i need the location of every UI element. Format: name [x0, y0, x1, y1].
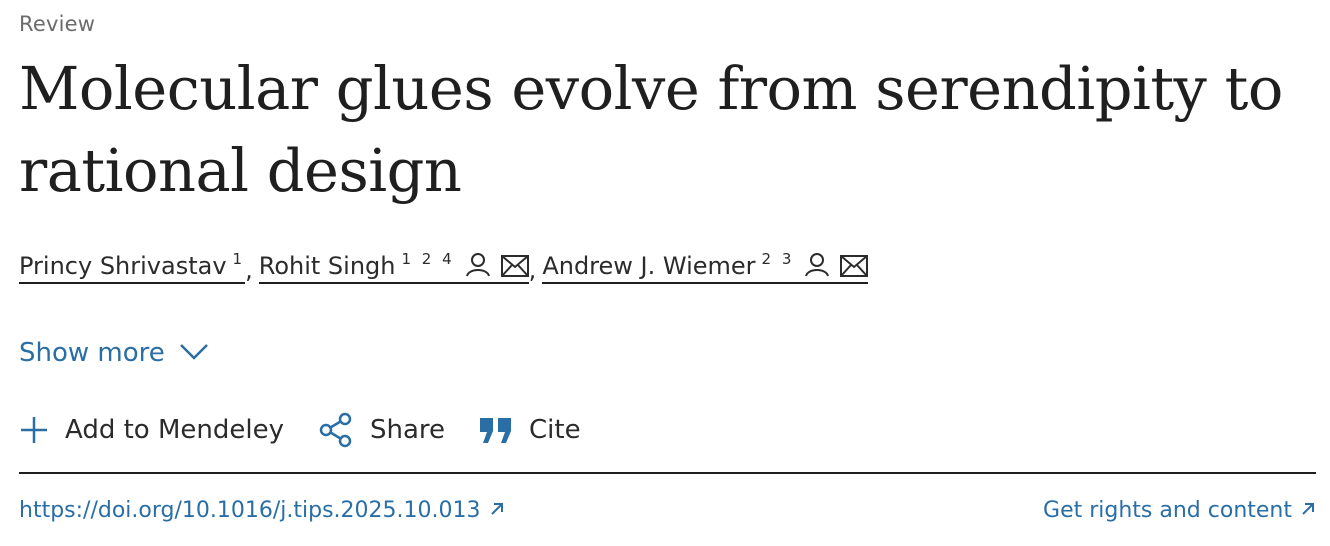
author-list: Princy Shrivastav 1 , Rohit Singh 1 2 4 … [19, 250, 869, 284]
get-rights-link[interactable]: Get rights and content [1043, 498, 1316, 523]
person-icon [804, 251, 830, 277]
divider [19, 472, 1316, 474]
plus-icon [19, 415, 49, 445]
author-name: Princy Shrivastav [19, 252, 227, 280]
person-icon [465, 251, 491, 277]
cite-button[interactable]: Cite [479, 415, 581, 445]
doi-link-text: https://doi.org/10.1016/j.tips.2025.10.0… [19, 498, 481, 523]
add-to-mendeley-button[interactable]: Add to Mendeley [19, 415, 284, 445]
share-button[interactable]: Share [318, 412, 445, 448]
author-rohit-singh[interactable]: Rohit Singh 1 2 4 [258, 250, 529, 284]
envelope-icon [840, 255, 869, 277]
author-separator: , [245, 256, 253, 284]
envelope-icon [500, 255, 529, 277]
add-to-mendeley-label: Add to Mendeley [65, 415, 284, 445]
quote-icon [479, 416, 513, 444]
share-label: Share [369, 415, 446, 445]
author-andrew-j-wiemer[interactable]: Andrew J. Wiemer 2 3 [542, 250, 869, 284]
article-actions: Add to Mendeley Share Cite [19, 412, 615, 448]
get-rights-link-text: Get rights and content [1043, 498, 1292, 523]
cite-label: Cite [529, 415, 581, 445]
author-princy-shrivastav[interactable]: Princy Shrivastav 1 [19, 250, 246, 284]
author-affiliations: 1 [232, 250, 246, 268]
chevron-down-icon [179, 338, 209, 368]
author-name: Andrew J. Wiemer [542, 252, 756, 280]
external-arrow-icon [1300, 498, 1316, 523]
share-icon [318, 412, 354, 448]
external-arrow-icon [489, 498, 505, 523]
doi-link[interactable]: https://doi.org/10.1016/j.tips.2025.10.0… [19, 498, 505, 523]
article-type: Review [19, 12, 96, 36]
author-separator: , [528, 256, 537, 284]
show-more-label: Show more [19, 338, 165, 368]
article-title: Molecular glues evolve from serendipity … [19, 54, 1283, 205]
author-affiliations: 2 3 [761, 250, 795, 268]
show-more-button[interactable]: Show more [19, 338, 209, 368]
author-affiliations: 1 2 4 [401, 250, 455, 268]
author-name: Rohit Singh [258, 252, 396, 280]
